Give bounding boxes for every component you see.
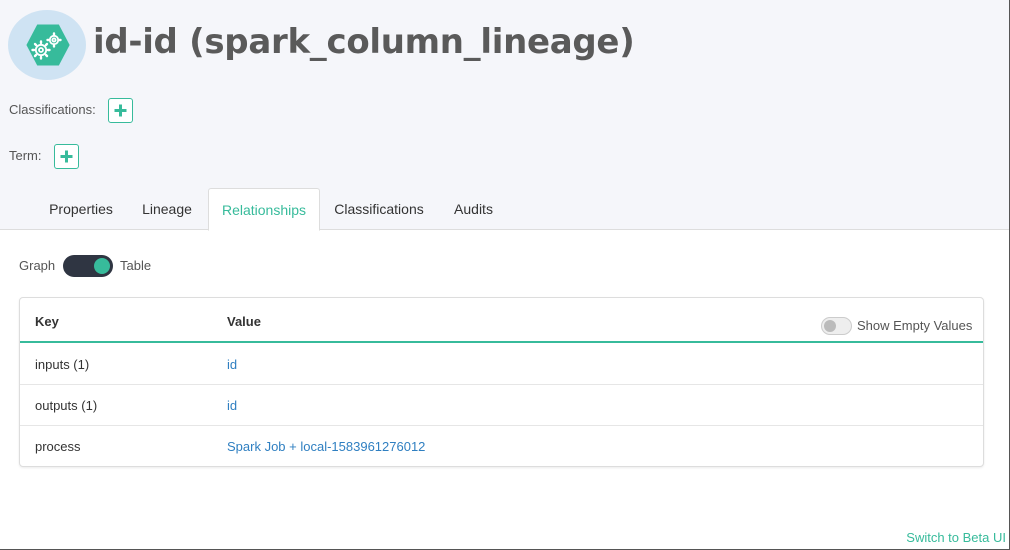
row-value-link[interactable]: id xyxy=(227,357,237,372)
key-header: Key xyxy=(35,314,59,329)
graph-label: Graph xyxy=(19,258,56,273)
classifications-label: Classifications: xyxy=(9,102,96,117)
row-key: process xyxy=(35,439,81,454)
table-header: Key Value Show Empty Values xyxy=(20,298,983,343)
entity-header: id-id (spark_column_lineage) Classificat… xyxy=(0,0,1010,231)
table-row: inputs (1) id xyxy=(20,344,983,385)
switch-knob xyxy=(94,258,110,274)
plus-icon xyxy=(114,104,127,117)
row-value-link[interactable]: id xyxy=(227,398,237,413)
term-label: Term: xyxy=(9,148,42,163)
table-row: process Spark Job + local-1583961276012 xyxy=(20,426,983,467)
switch-knob xyxy=(824,320,836,332)
relationships-table: Key Value Show Empty Values inputs (1) i… xyxy=(19,297,984,467)
graph-table-switch[interactable] xyxy=(63,255,113,277)
table-row: outputs (1) id xyxy=(20,385,983,426)
switch-to-beta-link[interactable]: Switch to Beta UI xyxy=(906,530,1006,545)
row-value-link[interactable]: Spark Job + local-1583961276012 xyxy=(227,439,425,454)
show-empty-switch[interactable] xyxy=(821,317,852,335)
tab-audits[interactable]: Audits xyxy=(440,188,507,230)
row-key: inputs (1) xyxy=(35,357,90,372)
add-classification-button[interactable] xyxy=(108,98,133,123)
page-title: id-id (spark_column_lineage) xyxy=(93,22,635,62)
tab-properties[interactable]: Properties xyxy=(35,188,127,230)
gears-hexagon-icon xyxy=(8,10,86,80)
tab-lineage[interactable]: Lineage xyxy=(131,188,203,230)
plus-icon xyxy=(60,150,73,163)
tab-bar: Properties Lineage Relationships Classif… xyxy=(0,188,1010,231)
tab-classifications[interactable]: Classifications xyxy=(324,188,434,230)
add-term-button[interactable] xyxy=(54,144,79,169)
row-key: outputs (1) xyxy=(35,398,98,413)
value-header: Value xyxy=(227,314,261,329)
tab-relationships[interactable]: Relationships xyxy=(208,188,320,231)
show-empty-values-toggle: Show Empty Values xyxy=(821,317,973,335)
table-label: Table xyxy=(120,258,152,273)
show-empty-label: Show Empty Values xyxy=(857,318,973,333)
